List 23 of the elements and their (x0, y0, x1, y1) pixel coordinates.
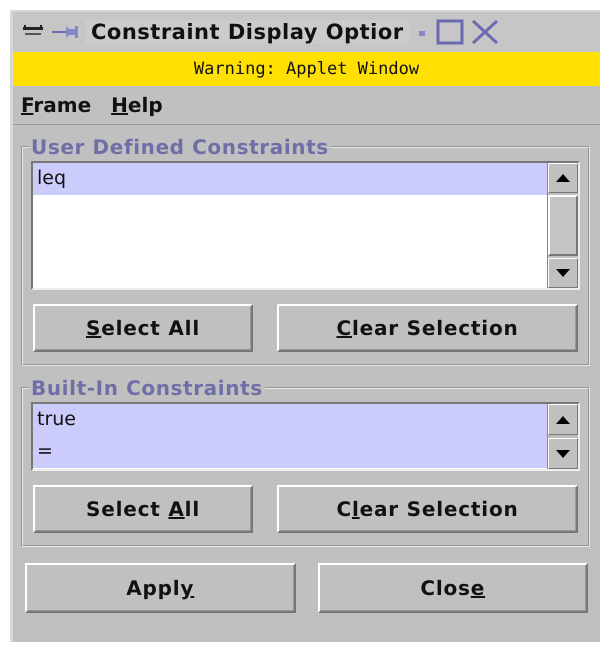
list-item[interactable]: = (33, 436, 547, 468)
up-arrow-icon[interactable] (556, 174, 570, 182)
push-button[interactable]: Select All (33, 485, 253, 533)
push-button[interactable]: Apply (25, 563, 296, 613)
up-arrow-icon[interactable] (556, 416, 570, 424)
menu-item[interactable]: Help (111, 90, 163, 120)
down-arrow-icon[interactable] (556, 450, 570, 458)
close-icon[interactable] (470, 18, 500, 46)
group-title: User Defined Constraints (30, 135, 330, 159)
list-item[interactable]: true (33, 404, 547, 436)
maximize-icon[interactable] (434, 18, 466, 46)
down-arrow-icon[interactable] (556, 269, 570, 277)
push-button[interactable]: Clear Selection (277, 485, 578, 533)
list-item[interactable]: leq (33, 163, 547, 195)
push-button[interactable]: Clear Selection (277, 304, 578, 352)
scrollbar[interactable] (547, 404, 578, 469)
group-title: Built-In Constraints (30, 376, 264, 400)
push-button[interactable]: Close (318, 563, 588, 613)
window-title: Constraint Display Optior (85, 20, 410, 44)
push-button[interactable]: Select All (33, 304, 253, 352)
scrollbar[interactable] (547, 163, 578, 288)
menu-item[interactable]: Frame (21, 90, 92, 120)
warning-banner: Warning: Applet Window (13, 52, 600, 86)
